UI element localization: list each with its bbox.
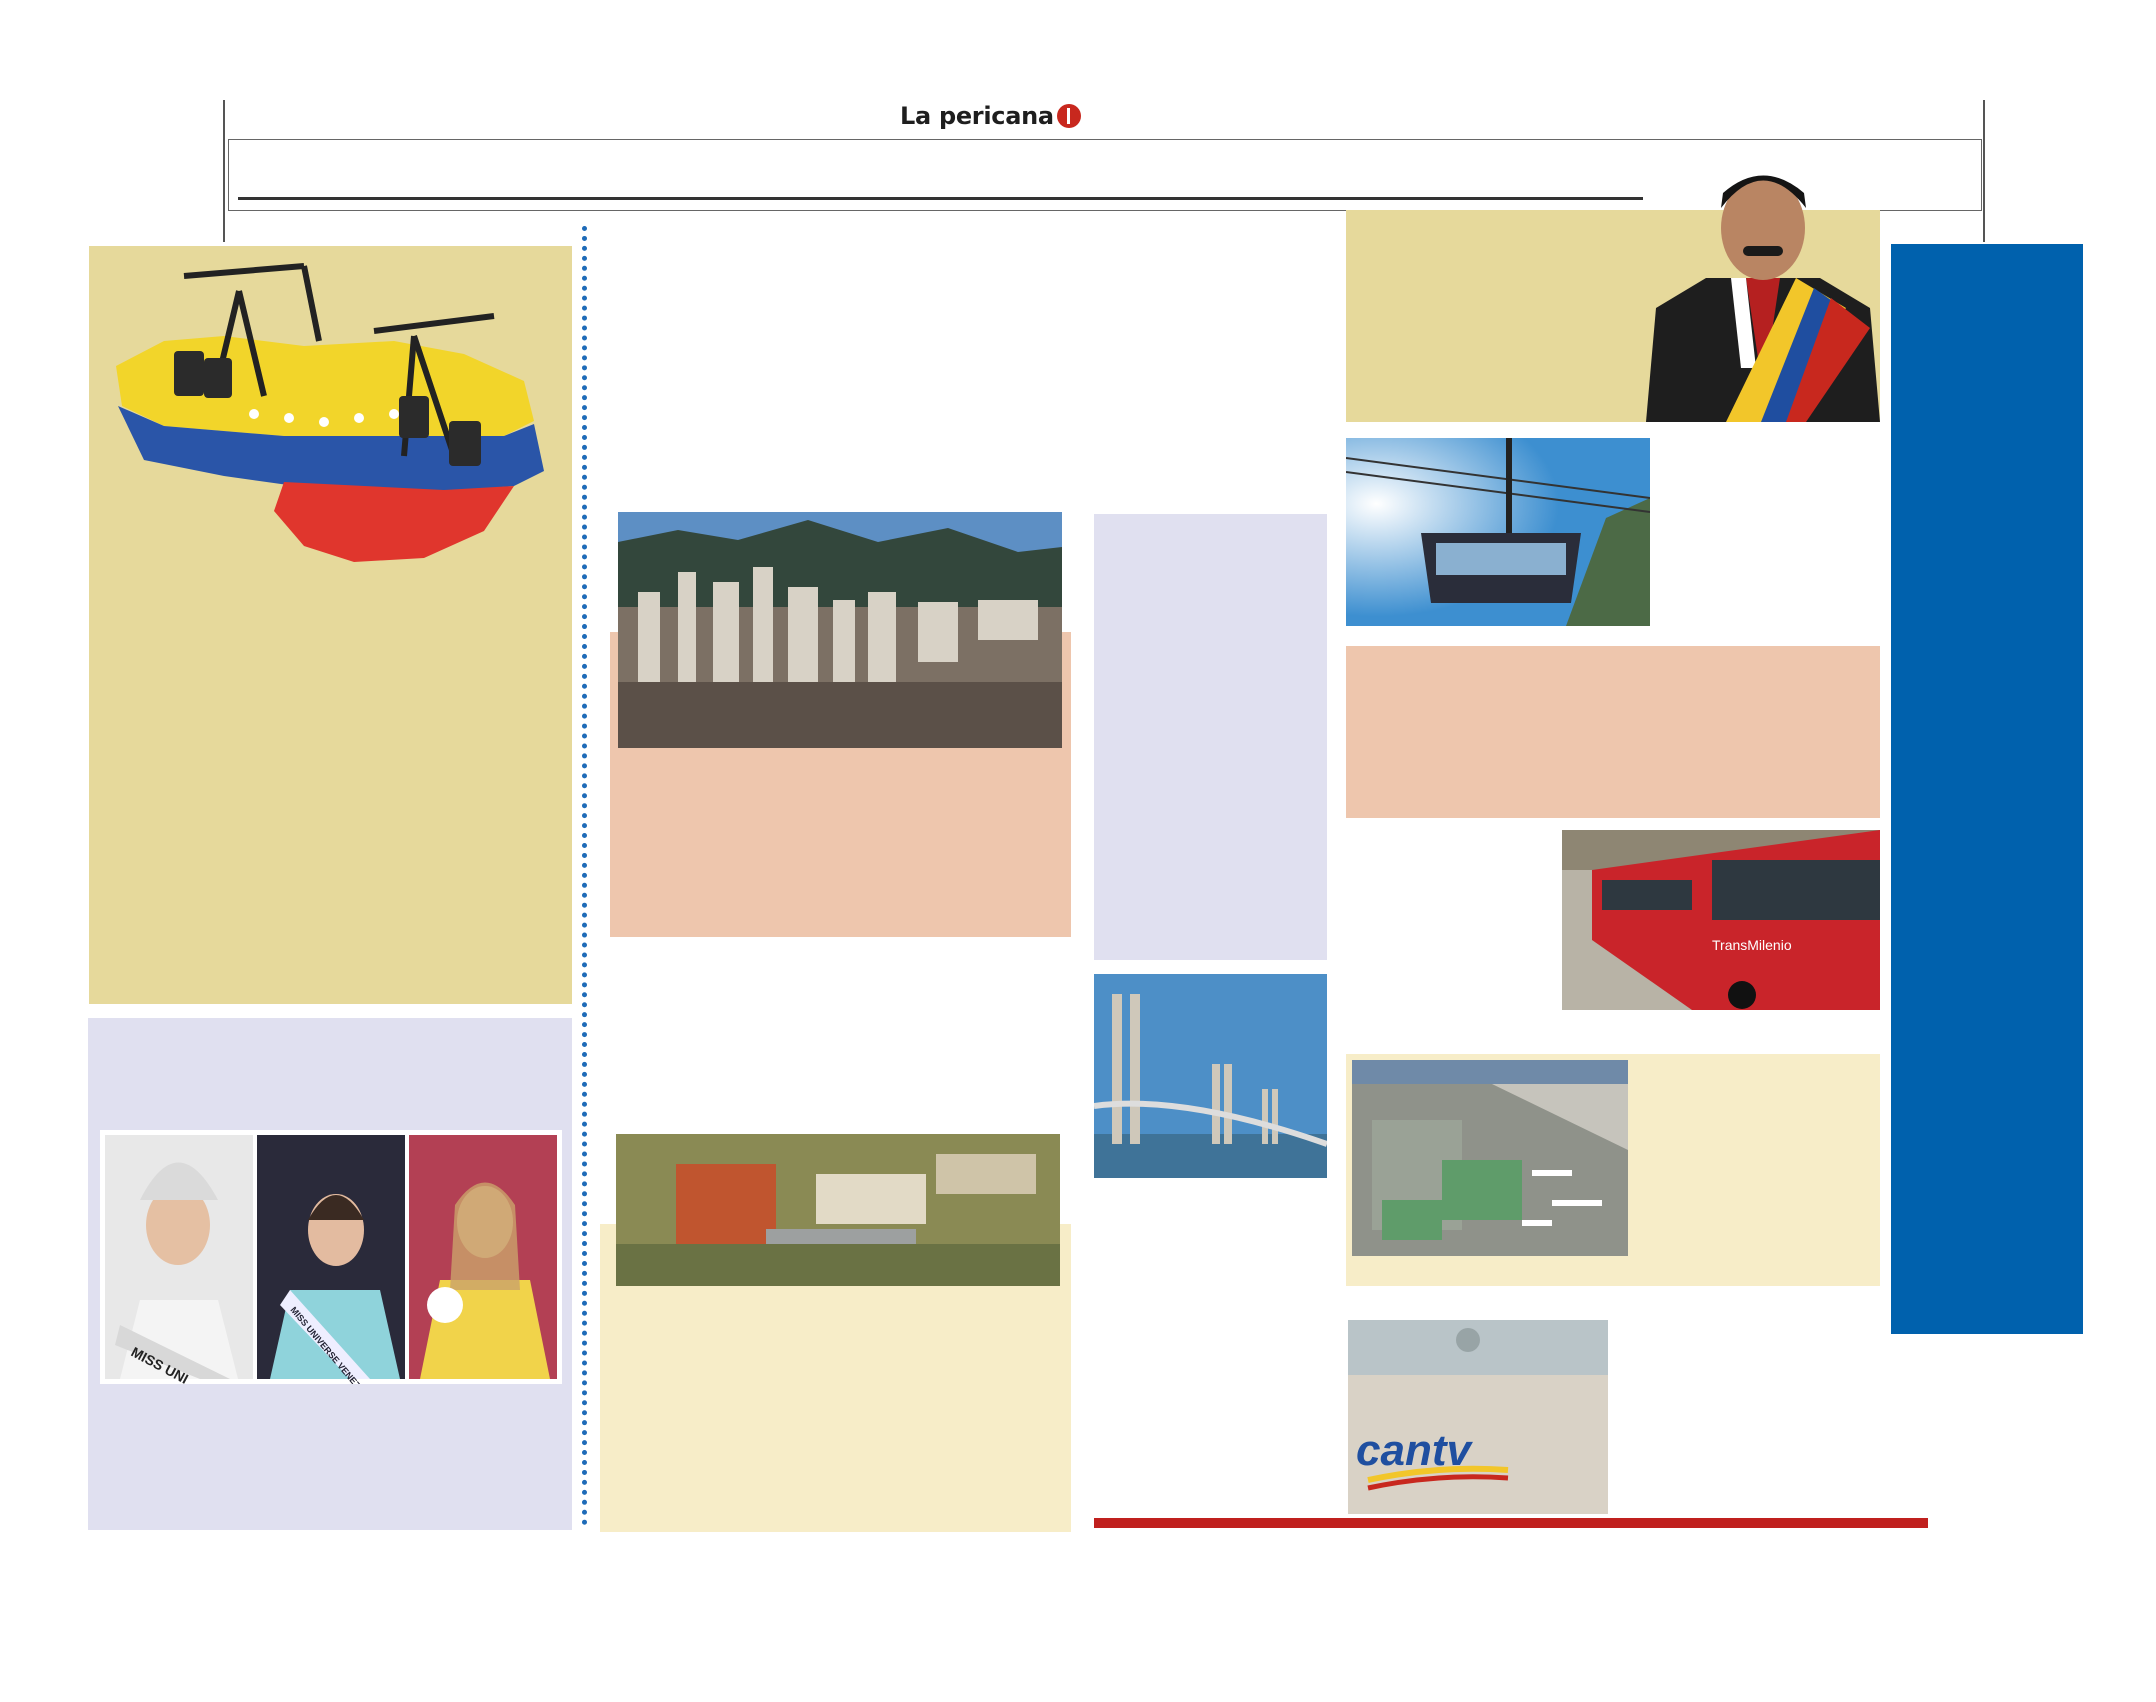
cantv-building-photo: cantv <box>1348 1320 1608 1514</box>
oil-map-illustration <box>104 246 554 566</box>
red-rule <box>1094 1518 1928 1528</box>
campus-aerial-photo <box>616 1134 1060 1286</box>
masthead-rule-left <box>223 100 225 242</box>
bridge-photo <box>1094 974 1327 1178</box>
bus-photo: TransMilenio <box>1562 830 1880 1010</box>
sidebar-lavender-panel <box>1094 514 1327 960</box>
headline-underline <box>238 197 1643 200</box>
logo-mark-icon <box>1056 104 1081 128</box>
transport-caption-panel <box>1346 646 1880 818</box>
bus-text: TransMilenio <box>1712 937 1792 953</box>
president-portrait <box>1646 158 1880 422</box>
cable-car-photo <box>1346 438 1650 626</box>
masthead-logo: La pericana <box>900 98 1081 134</box>
pageant-photos: MISS UNI MISS UNIVERSE VENEZUELA <box>100 1130 562 1384</box>
airport-aerial-photo <box>1352 1060 1628 1256</box>
blue-sidebar <box>1891 244 2083 1334</box>
masthead-rule-right <box>1983 100 1985 242</box>
logo-text: La pericana <box>900 102 1054 130</box>
city-skyline-photo <box>618 512 1062 748</box>
column-divider-dots <box>582 226 587 1526</box>
